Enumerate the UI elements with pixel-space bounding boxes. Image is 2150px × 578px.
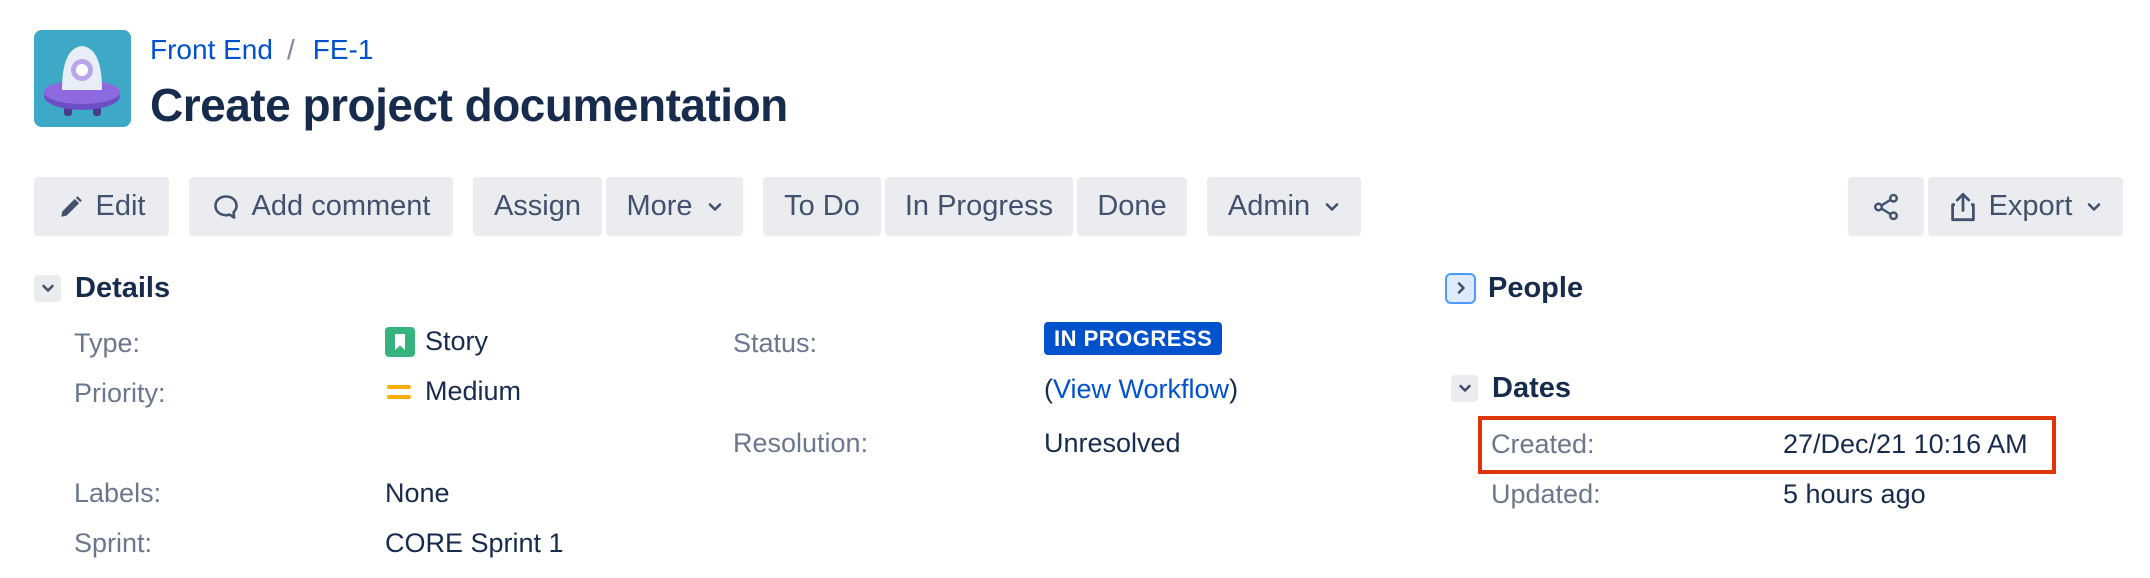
breadcrumb-separator: / [286, 34, 295, 65]
type-value: Story [385, 326, 488, 357]
in-progress-button[interactable]: In Progress [885, 177, 1073, 236]
assign-button-label: Assign [493, 190, 582, 222]
dates-heading: Dates [1492, 371, 1571, 404]
chevron-down-icon [2086, 199, 2102, 215]
export-icon [1949, 192, 1977, 222]
breadcrumb: Front End / FE-1 [150, 32, 373, 68]
priority-value: Medium [385, 376, 521, 407]
details-heading: Details [75, 271, 171, 304]
workflow-open-paren: ( [1044, 374, 1053, 404]
people-section-header[interactable]: People [1445, 270, 1584, 306]
export-button-label: Export [1988, 190, 2073, 222]
chevron-right-icon[interactable] [1445, 272, 1476, 304]
share-button[interactable] [1848, 177, 1924, 236]
view-workflow: ( View Workflow ) [1044, 374, 1238, 405]
to-do-button[interactable]: To Do [763, 177, 881, 236]
created-label: Created: [1491, 429, 1595, 459]
created-value: 27/Dec/21 10:16 AM [1783, 429, 2028, 459]
admin-button[interactable]: Admin [1207, 177, 1361, 236]
done-button-label: Done [1097, 190, 1167, 222]
to-do-button-label: To Do [784, 190, 860, 222]
priority-value-text: Medium [425, 376, 522, 406]
in-progress-button-label: In Progress [904, 190, 1054, 222]
labels-value: None [385, 478, 450, 508]
type-label: Type: [74, 328, 141, 358]
ufo-icon [34, 30, 131, 127]
export-button[interactable]: Export [1928, 177, 2123, 236]
add-comment-button[interactable]: Add comment [189, 177, 453, 236]
issue-title[interactable]: Create project documentation [150, 78, 788, 132]
done-button[interactable]: Done [1077, 177, 1187, 236]
comment-icon [212, 193, 240, 221]
more-button-label: More [626, 190, 693, 222]
priority-medium-icon [385, 381, 413, 403]
priority-label: Priority: [74, 378, 166, 408]
view-workflow-link[interactable]: View Workflow [1053, 374, 1229, 405]
more-button[interactable]: More [606, 177, 743, 236]
chevron-down-icon[interactable] [1451, 374, 1478, 402]
edit-button-label: Edit [95, 190, 146, 222]
workflow-close-paren: ) [1229, 374, 1239, 404]
type-value-text: Story [425, 326, 489, 356]
status-badge: IN PROGRESS [1044, 322, 1223, 355]
edit-button[interactable]: Edit [34, 177, 169, 236]
status-label: Status: [733, 328, 818, 358]
people-heading: People [1488, 271, 1584, 304]
resolution-value: Unresolved [1044, 428, 1181, 458]
pencil-icon [58, 194, 84, 220]
breadcrumb-project-link[interactable]: Front End [150, 34, 273, 66]
resolution-label: Resolution: [733, 428, 869, 458]
updated-label: Updated: [1491, 479, 1601, 509]
breadcrumb-issue-key-link[interactable]: FE-1 [313, 34, 374, 66]
dates-section-header[interactable]: Dates [1451, 370, 1571, 406]
chevron-down-icon [707, 199, 723, 215]
chevron-down-icon [1324, 199, 1340, 215]
sprint-label: Sprint: [74, 528, 153, 558]
assign-button[interactable]: Assign [473, 177, 602, 236]
sprint-value[interactable]: CORE Sprint 1 [385, 528, 564, 559]
updated-value: 5 hours ago [1783, 479, 1926, 509]
add-comment-button-label: Add comment [251, 190, 431, 222]
project-avatar[interactable] [34, 30, 131, 127]
details-section-header[interactable]: Details [34, 270, 170, 306]
share-icon [1871, 192, 1901, 222]
status-value: IN PROGRESS [1044, 322, 1223, 355]
admin-button-label: Admin [1227, 190, 1311, 222]
story-icon [385, 326, 415, 357]
labels-label: Labels: [74, 478, 162, 508]
chevron-down-icon[interactable] [34, 274, 61, 302]
